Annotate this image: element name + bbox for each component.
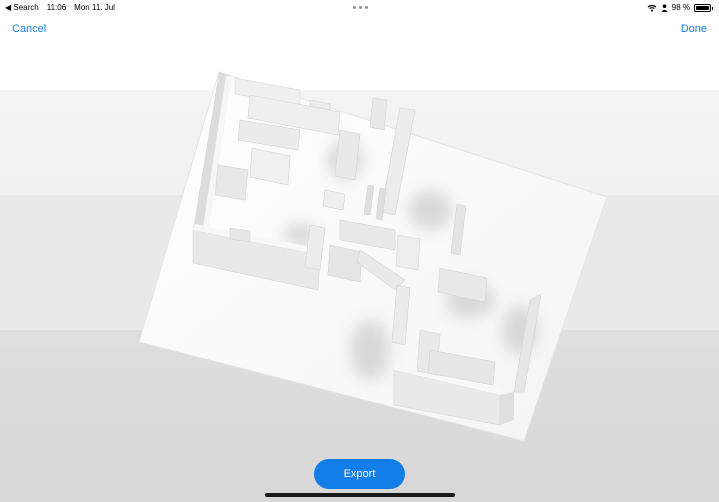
home-indicator[interactable]: [265, 493, 455, 497]
export-button[interactable]: Export: [314, 459, 405, 489]
floor-plan-3d-model[interactable]: [0, 0, 719, 502]
